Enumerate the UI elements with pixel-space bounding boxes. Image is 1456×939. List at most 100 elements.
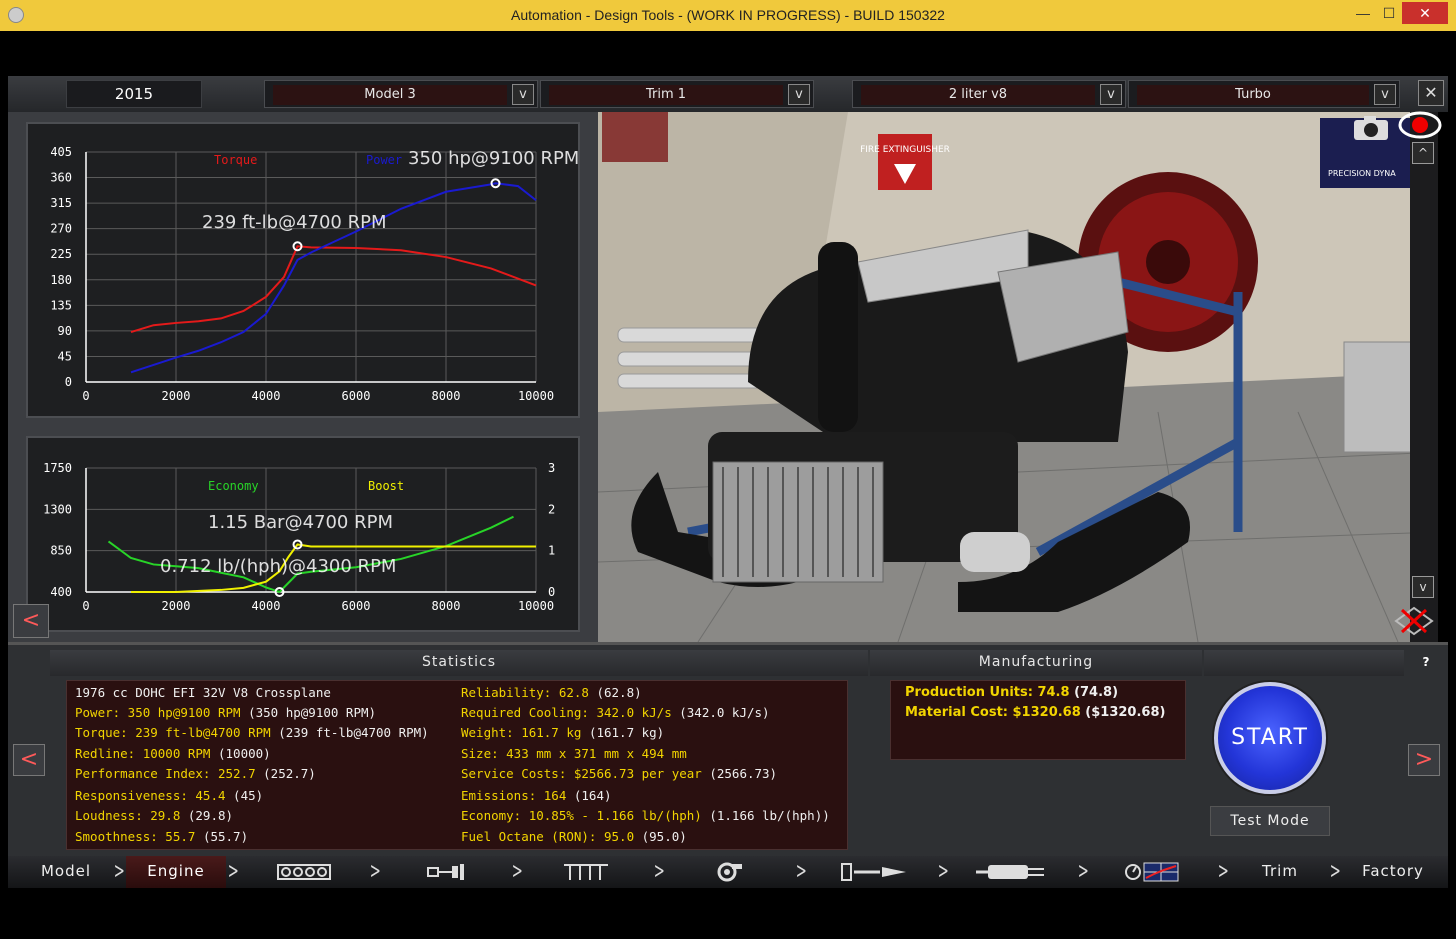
nav-model[interactable]: Model [20,856,112,888]
legend-label: Boost [368,479,404,493]
stat-label: Weight: 161.7 kg [461,725,582,740]
svg-text:PRECISION DYNA: PRECISION DYNA [1328,169,1396,178]
stat-row: Performance Index: 252.7 (252.7) [75,766,316,781]
y-tick-label: 850 [50,544,72,558]
stat-row: Redline: 10000 RPM (10000) [75,746,271,761]
scroll-up-button[interactable]: ^ [1412,142,1434,164]
y-right-tick-label: 2 [548,502,555,516]
x-tick-label: 4000 [252,599,281,613]
y-tick-label: 1750 [43,461,72,475]
manufacturing-header: Manufacturing [870,650,1202,676]
stat-label: Emissions: 164 [461,788,567,803]
stat-row: Service Costs: $2566.73 per year (2566.7… [461,766,777,781]
close-window-button[interactable]: ✕ [1402,2,1448,24]
model-dropdown-button[interactable]: v [512,84,534,105]
statistics-header: Statistics [50,650,868,676]
manufacturing-row: Production Units: 74.8 (74.8) [905,685,1118,700]
x-tick-label: 2000 [162,599,191,613]
stat-label: Reliability: 62.8 [461,685,589,700]
nav-chevron-icon: > [937,859,949,884]
stat-row: Emissions: 164 (164) [461,788,612,803]
y-tick-label: 135 [50,298,72,312]
prev-section-button[interactable]: < [13,744,45,776]
trim-dropdown-button[interactable]: v [788,84,810,105]
dyno-test-icon[interactable] [1124,862,1180,882]
y-tick-label: 270 [50,222,72,236]
nav-chevron-icon: > [227,859,239,884]
next-section-button[interactable]: > [1408,744,1440,776]
hide-part-icon[interactable] [1392,604,1436,638]
stat-label: 1976 cc DOHC EFI 32V V8 Crossplane [75,685,331,700]
nav-trim[interactable]: Trim [1236,856,1324,888]
view-scrollbar[interactable] [1410,112,1438,642]
engine-dropdown-button[interactable]: v [1100,84,1122,105]
stat-label: Service Costs: $2566.73 per year [461,766,702,781]
y-tick-label: 45 [58,349,72,363]
legend-label: Torque [214,153,257,167]
y-tick-label: 0 [65,375,72,389]
start-button[interactable]: START [1214,682,1326,794]
stat-label: Redline: 10000 RPM [75,746,211,761]
x-tick-label: 10000 [518,389,554,403]
economy-boost-chart-svg: 0 2000 4000 6000 8000 10000 400 850 1300 1750 0 1 2 3… [43,461,555,613]
nav-chevron-icon: > [653,859,665,884]
x-tick-label: 2000 [162,389,191,403]
material-cost-label: Material Cost: $1320.68 [905,705,1081,720]
trim-selector[interactable]: Trim 1 v [540,80,814,108]
nav-chevron-icon: > [795,859,807,884]
stat-row: Smoothness: 55.7 (55.7) [75,829,248,844]
stat-row: Size: 433 mm x 371 mm x 494 mm [461,746,687,761]
valvetrain-icon[interactable] [562,862,610,882]
turbo-icon[interactable] [712,862,744,882]
engine-3d-view[interactable]: FIRE EXTINGUISHER PRECISION DYNA [598,112,1438,642]
nav-factory[interactable]: Factory [1344,856,1442,888]
stat-row: Torque: 239 ft-lb@4700 RPM (239 ft-lb@47… [75,725,429,740]
actions-header [1204,650,1404,676]
stat-label: Torque: 239 ft-lb@4700 RPM [75,725,271,740]
x-tick-label: 10000 [518,599,554,613]
stat-value: (95.0) [634,829,687,844]
variant-dropdown-button[interactable]: v [1374,84,1396,105]
model-selector[interactable]: Model 3 v [264,80,538,108]
stat-value: (164) [566,788,612,803]
engine-selector[interactable]: 2 liter v8 v [852,80,1126,108]
x-tick-label: 0 [82,389,89,403]
maximize-button[interactable]: ☐ [1372,2,1406,24]
stat-value: (10000) [210,746,271,761]
y-right-tick-label: 3 [548,461,555,475]
y-right-tick-label: 0 [548,585,555,599]
x-tick-label: 6000 [342,599,371,613]
stat-label: Power: 350 hp@9100 RPM [75,705,241,720]
variant-selector[interactable]: Turbo v [1128,80,1400,108]
y-tick-label: 405 [50,145,72,159]
stat-row: Required Cooling: 342.0 kJ/s (342.0 kJ/s… [461,705,770,720]
stat-label: Fuel Octane (RON): 95.0 [461,829,635,844]
stat-value: (55.7) [195,829,249,844]
scroll-down-button[interactable]: v [1412,576,1434,598]
stat-row: Reliability: 62.8 (62.8) [461,685,642,700]
nav-chevron-icon: > [1329,859,1341,884]
exhaust-icon[interactable] [976,862,1046,882]
stat-value: (1.166 lb/(hph)) [701,808,830,823]
x-tick-label: 8000 [432,389,461,403]
x-tick-label: 0 [82,599,89,613]
stat-row: Fuel Octane (RON): 95.0 (95.0) [461,829,687,844]
stat-row: Weight: 161.7 kg (161.7 kg) [461,725,664,740]
record-icon[interactable] [1398,110,1442,140]
prev-chart-button[interactable]: < [13,604,49,638]
series-line [130,245,537,333]
close-variant-button[interactable]: ✕ [1418,80,1444,106]
help-button[interactable]: ? [1412,652,1440,672]
stat-label: Loudness: 29.8 [75,808,181,823]
fuel-system-icon[interactable] [840,862,910,882]
production-units-value: (74.8) [1069,685,1119,700]
engine-block-icon[interactable] [276,862,332,882]
y-tick-label: 315 [50,196,72,210]
stat-label: Size: 433 mm x 371 mm x 494 mm [461,746,687,761]
camera-icon[interactable] [1350,112,1394,142]
crankshaft-icon[interactable] [426,862,466,882]
torque-power-chart-svg: 0 2000 4000 6000 8000 10000 0 45 90 135 180 225 270 3… [50,145,579,403]
test-mode-button[interactable]: Test Mode [1210,806,1330,836]
stat-value: (252.7) [255,766,316,781]
nav-engine[interactable]: Engine [126,856,226,888]
